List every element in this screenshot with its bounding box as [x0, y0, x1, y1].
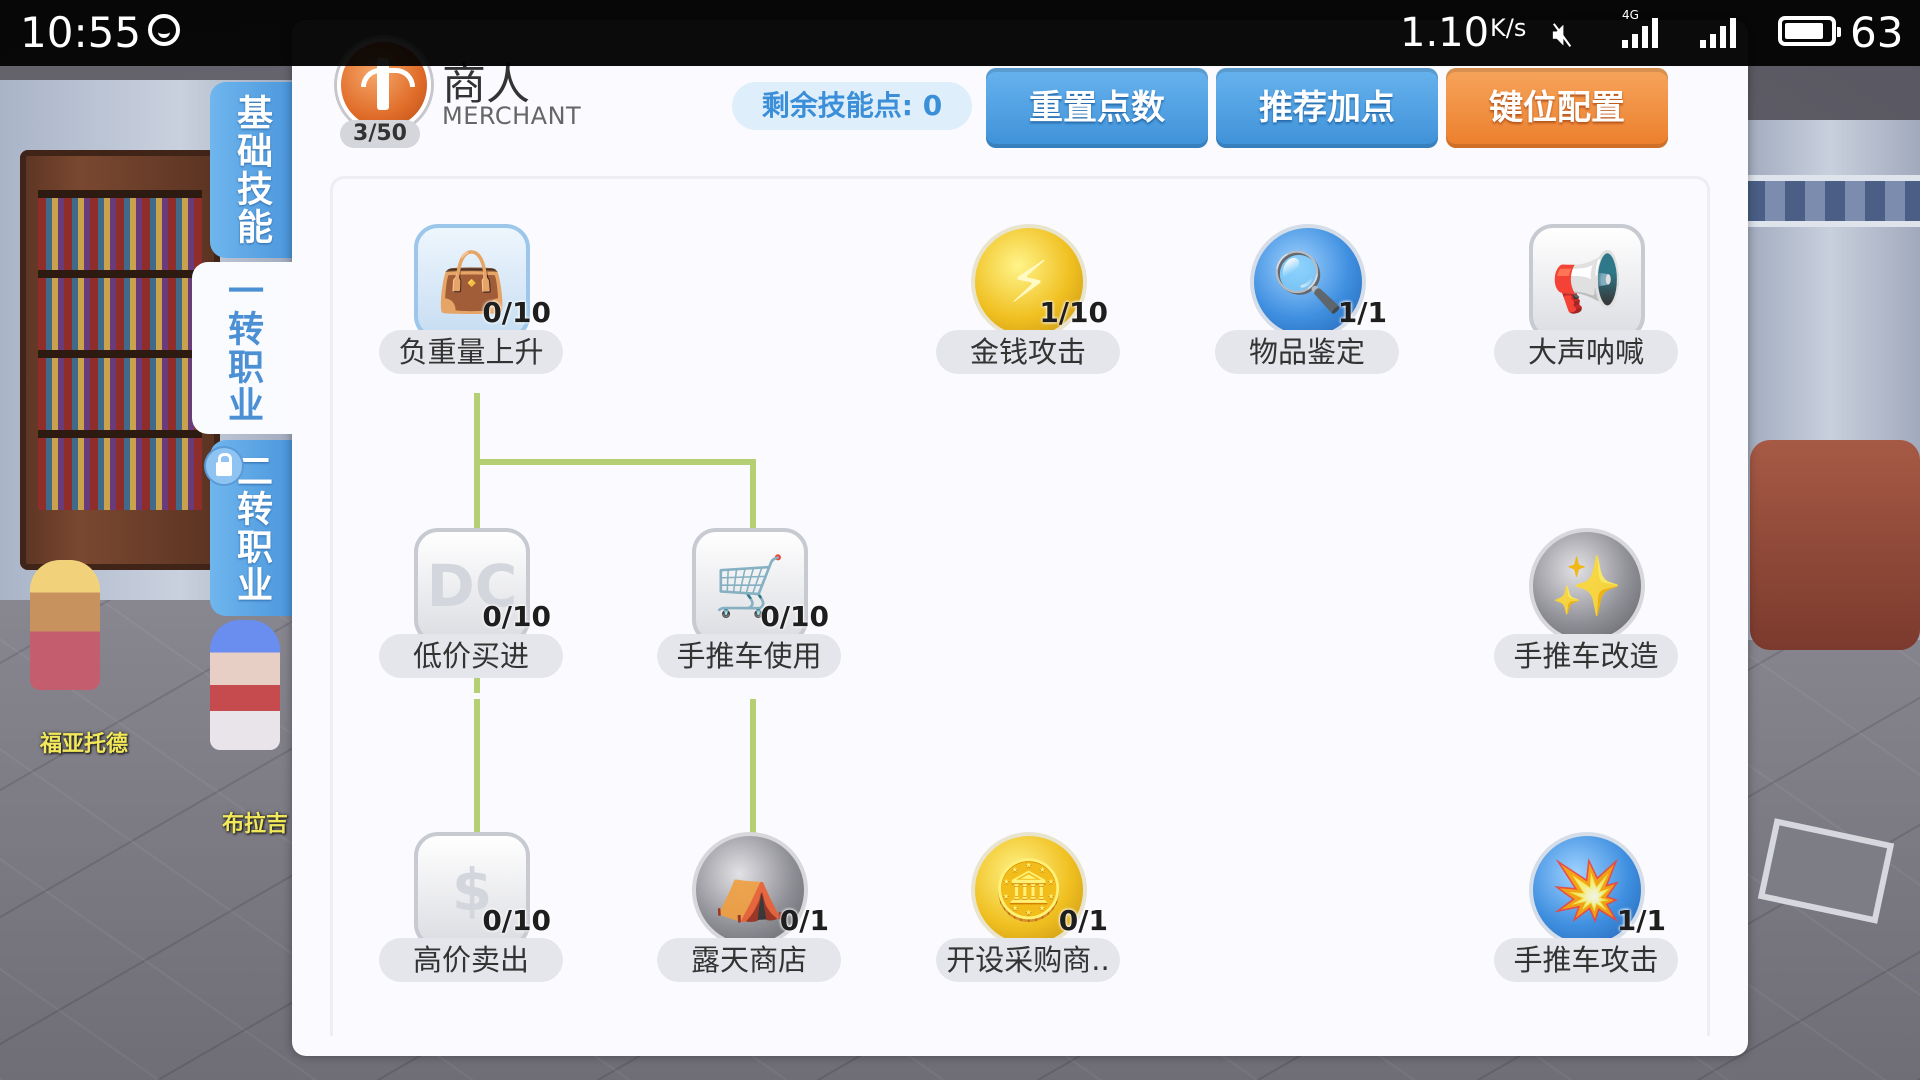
lock-icon: [204, 446, 244, 486]
skill-name: 物品鉴定: [1215, 330, 1399, 374]
npc-character-1[interactable]: [30, 560, 100, 690]
recommend-points-button[interactable]: 推荐加点: [1216, 68, 1438, 148]
skill-panel: 3/50 商人 MERCHANT 剩余技能点: 0 重置点数 推荐加点 键位配置…: [292, 20, 1748, 1056]
clock: 10:55: [20, 8, 142, 57]
skill-level: 1/1: [1616, 904, 1666, 937]
skill-change-cart[interactable]: ✨ 手推车改造: [1494, 528, 1684, 688]
class-name-en: MERCHANT: [442, 102, 582, 130]
tab-first-job[interactable]: 一转职业: [192, 262, 292, 434]
skill-enlarge-weight[interactable]: 👜 0/10 负重量上升: [379, 224, 569, 384]
megaphone-icon: 📢: [1529, 224, 1645, 340]
skill-loud-exclamation[interactable]: 📢 大声呐喊: [1494, 224, 1684, 384]
skill-name: 手推车改造: [1494, 634, 1678, 678]
skill-level: 0/10: [482, 904, 551, 937]
skill-name: 手推车使用: [657, 634, 841, 678]
notification-app-icon: [148, 14, 180, 46]
npc-name-1[interactable]: 福亚托德: [40, 726, 128, 758]
tab-basic-skills[interactable]: 基础技能: [210, 82, 292, 258]
sofa: [1750, 440, 1920, 650]
npc-character-2[interactable]: [210, 620, 280, 750]
battery-icon: [1778, 16, 1841, 46]
network-speed: 1.10: [1400, 10, 1490, 56]
skill-name: 大声呐喊: [1494, 330, 1678, 374]
skill-level: 1/10: [1039, 296, 1108, 329]
skill-name: 低价买进: [379, 634, 563, 678]
skill-vending[interactable]: ⛺ 0/1 露天商店: [657, 832, 847, 992]
skill-level: 0/10: [482, 296, 551, 329]
skill-name: 负重量上升: [379, 330, 563, 374]
skill-overcharge[interactable]: $ 0/10 高价卖出: [379, 832, 569, 992]
keybind-config-button[interactable]: 键位配置: [1446, 68, 1668, 148]
skill-level: 0/10: [760, 600, 829, 633]
cart-sparkle-icon: ✨: [1529, 528, 1645, 644]
npc-name-2[interactable]: 布拉吉: [222, 806, 292, 838]
reset-points-button[interactable]: 重置点数: [986, 68, 1208, 148]
battery-level: 63: [1850, 8, 1904, 57]
mute-icon: 🔇︎: [1552, 14, 1574, 54]
skill-name: 露天商店: [657, 938, 841, 982]
network-speed-unit: K/s: [1490, 14, 1527, 42]
skill-level: 0/10: [482, 600, 551, 633]
status-bar: 10:55 1.10 K/s 🔇︎ 4G 63: [0, 0, 1920, 66]
tree-connector: [750, 699, 756, 839]
skill-cart-revolution[interactable]: 💥 1/1 手推车攻击: [1494, 832, 1684, 992]
signal-icon: [1700, 16, 1736, 48]
skill-discount[interactable]: DC 0/10 低价买进: [379, 528, 569, 688]
skill-mammonite[interactable]: ⚡ 1/10 金钱攻击: [936, 224, 1126, 384]
skill-name: 开设采购商..: [936, 938, 1120, 982]
skill-name: 高价卖出: [379, 938, 563, 982]
skill-item-appraisal[interactable]: 🔍 1/1 物品鉴定: [1215, 224, 1405, 384]
bookshelf: [20, 150, 220, 570]
tab-second-job[interactable]: 二转职业: [204, 440, 292, 616]
skill-name: 手推车攻击: [1494, 938, 1678, 982]
tree-connector: [474, 699, 480, 839]
skill-pushcart[interactable]: 🛒 0/10 手推车使用: [657, 528, 847, 688]
wall-trim: [1745, 175, 1920, 227]
skill-level: 1/1: [1337, 296, 1387, 329]
skill-level: 0/1: [779, 904, 829, 937]
skill-name: 金钱攻击: [936, 330, 1120, 374]
remaining-skill-points: 剩余技能点: 0: [732, 82, 972, 130]
skill-level: 0/1: [1058, 904, 1108, 937]
skill-buying-store[interactable]: 🪙 0/1 开设采购商..: [936, 832, 1126, 992]
job-level-badge: 3/50: [340, 120, 420, 148]
tree-connector: [474, 459, 756, 465]
tree-connector: [750, 459, 756, 535]
signal-4g-icon: 4G: [1622, 8, 1658, 48]
